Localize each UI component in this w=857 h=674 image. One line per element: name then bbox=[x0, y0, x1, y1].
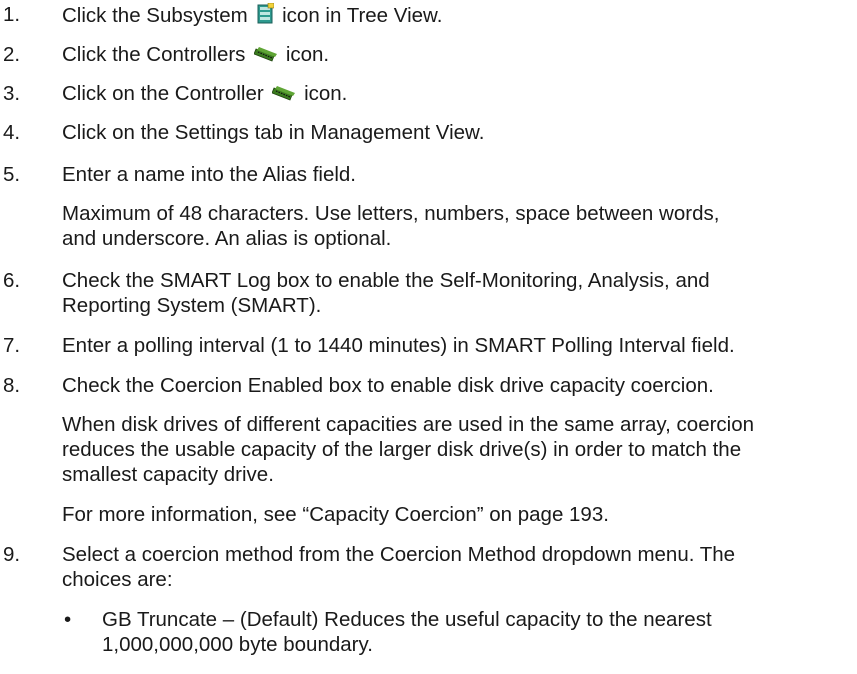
step-6-cont: Reporting System (SMART). bbox=[62, 294, 322, 317]
step-number: 6. bbox=[3, 269, 21, 292]
step-number: 8. bbox=[3, 374, 21, 397]
step-5: Enter a name into the Alias field. bbox=[62, 163, 357, 186]
step-number: 5. bbox=[3, 163, 21, 186]
step-3: Click on the Controller icon. bbox=[62, 82, 347, 109]
step-number: 4. bbox=[3, 121, 21, 144]
step-text: Click on the Controller bbox=[62, 82, 264, 105]
controller-icon bbox=[271, 85, 296, 109]
step-9: Select a coercion method from the Coerci… bbox=[62, 543, 736, 566]
step-note: When disk drives of different capacities… bbox=[62, 413, 755, 436]
step-7: Enter a polling interval (1 to 1440 minu… bbox=[62, 334, 735, 357]
step-text: icon in Tree View. bbox=[282, 4, 443, 27]
step-note: reduces the usable capacity of the large… bbox=[62, 438, 742, 461]
step-number: 2. bbox=[3, 43, 21, 66]
subsystem-icon bbox=[256, 2, 275, 31]
document-page: 1. Click the Subsystem icon in Tree View… bbox=[0, 0, 857, 674]
step-9-cont: choices are: bbox=[62, 568, 173, 591]
step-1: Click the Subsystem icon in Tree View. bbox=[62, 2, 443, 31]
step-8: Check the Coercion Enabled box to enable… bbox=[62, 374, 714, 397]
cross-reference: For more information, see “Capacity Coer… bbox=[62, 503, 609, 526]
step-number: 7. bbox=[3, 334, 21, 357]
step-number: 9. bbox=[3, 543, 21, 566]
step-number: 3. bbox=[3, 82, 21, 105]
step-6: Check the SMART Log box to enable the Se… bbox=[62, 269, 710, 292]
step-text: Click the Controllers bbox=[62, 43, 246, 66]
step-2: Click the Controllers icon. bbox=[62, 43, 329, 70]
bullet-item-cont: 1,000,000,000 byte boundary. bbox=[102, 633, 373, 656]
controllers-icon bbox=[253, 46, 278, 70]
step-note: Maximum of 48 characters. Use letters, n… bbox=[62, 202, 720, 225]
step-note: smallest capacity drive. bbox=[62, 463, 274, 486]
step-number: 1. bbox=[3, 3, 21, 26]
step-text: Click the Subsystem bbox=[62, 4, 248, 27]
step-4: Click on the Settings tab in Management … bbox=[62, 121, 485, 144]
step-note: and underscore. An alias is optional. bbox=[62, 227, 392, 250]
bullet-symbol: • bbox=[64, 608, 72, 631]
bullet-item: GB Truncate – (Default) Reduces the usef… bbox=[102, 608, 712, 631]
step-text: icon. bbox=[304, 82, 348, 105]
step-text: icon. bbox=[285, 43, 330, 66]
